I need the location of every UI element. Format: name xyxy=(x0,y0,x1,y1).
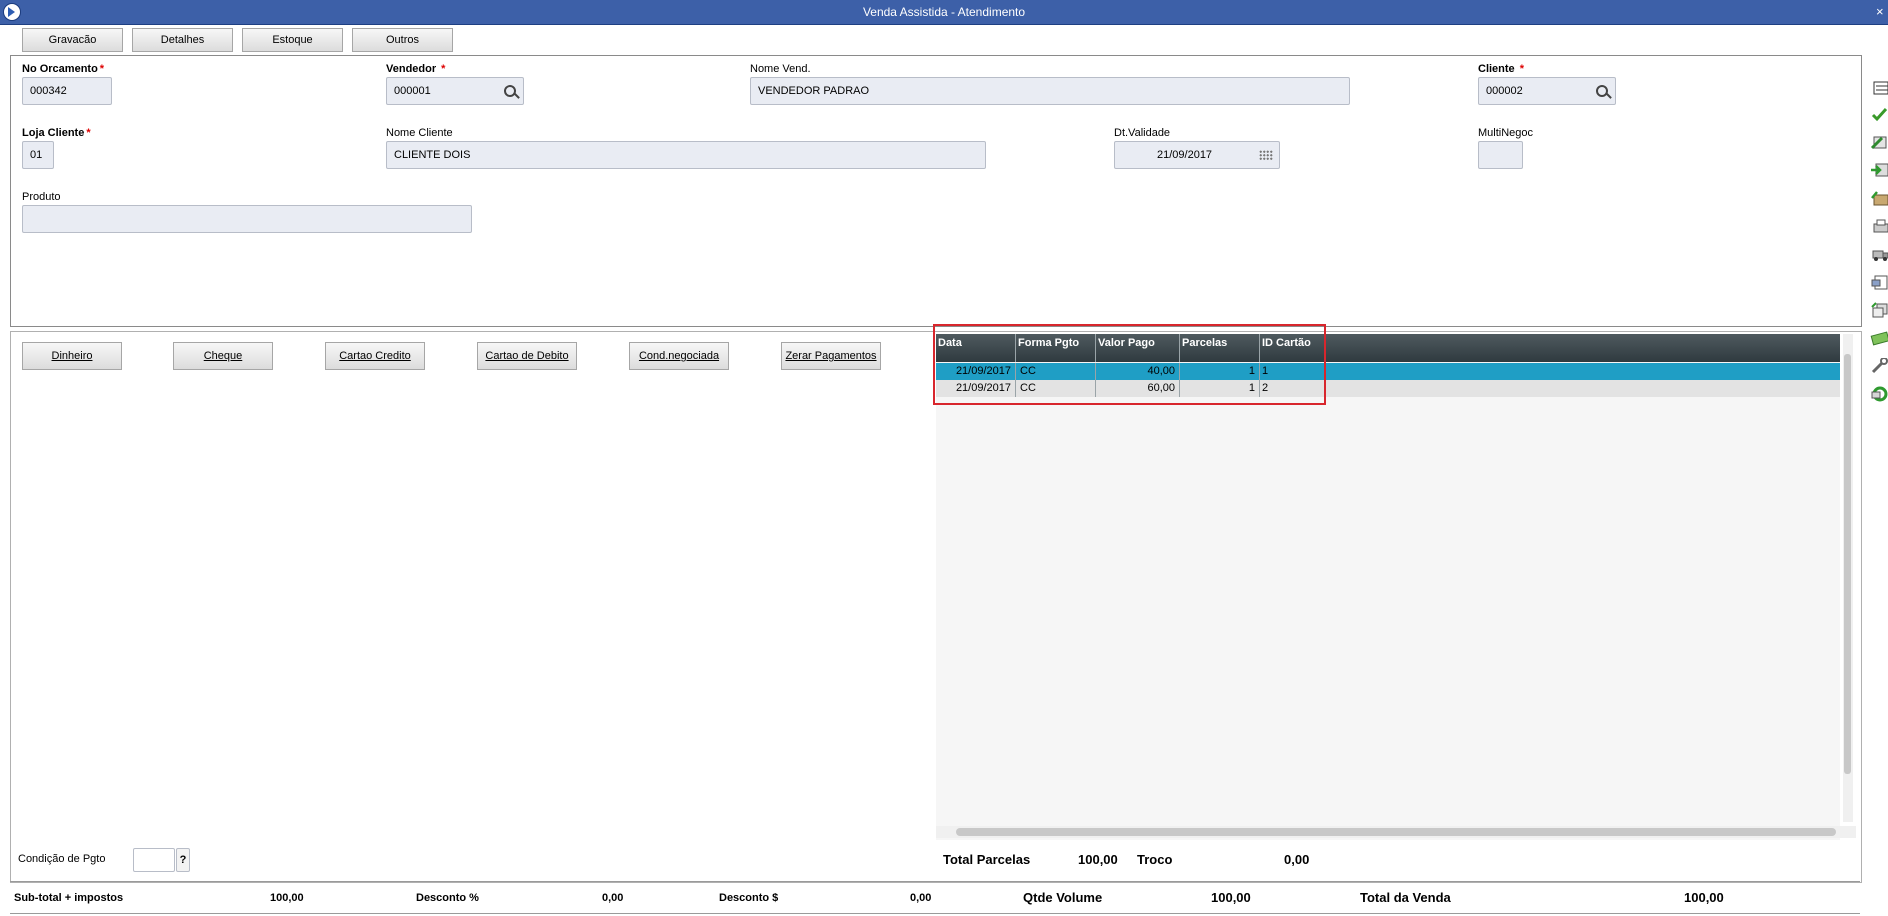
copy-icon[interactable] xyxy=(1870,302,1888,318)
vendedor-label: Vendedor * xyxy=(386,63,446,75)
cond-negociada-button[interactable]: Cond.negociada xyxy=(629,342,729,370)
package-icon[interactable] xyxy=(1870,190,1888,206)
desconto-pct-value: 0,00 xyxy=(602,892,624,904)
search-icon[interactable] xyxy=(1596,85,1608,97)
cartao-credito-button[interactable]: Cartao Credito xyxy=(325,342,425,370)
qtde-volume-label: Qtde Volume xyxy=(1023,890,1103,905)
nome-vend-field[interactable]: VENDEDOR PADRAO xyxy=(750,77,1350,105)
validade-field[interactable]: 21/09/2017 xyxy=(1114,141,1280,169)
qtde-volume-value: 100,00 xyxy=(1211,890,1251,905)
scroll-thumb[interactable] xyxy=(1844,354,1851,774)
gravacao-button[interactable]: Gravacão xyxy=(22,28,123,52)
dinheiro-button[interactable]: Dinheiro xyxy=(22,342,122,370)
calendar-icon[interactable] xyxy=(1259,150,1273,160)
payment-grid[interactable]: Data Forma Pgto Valor Pago Parcelas ID C… xyxy=(936,334,1840,840)
total-venda-value: 100,00 xyxy=(1684,890,1724,905)
highlight-box xyxy=(933,324,1326,405)
zerar-pagamentos-button[interactable]: Zerar Pagamentos xyxy=(781,342,881,370)
refresh-icon[interactable] xyxy=(1870,386,1888,402)
troco-value: 0,00 xyxy=(1284,852,1310,867)
validade-label: Dt.Validade xyxy=(1114,127,1171,139)
troco-label: Troco xyxy=(1137,852,1173,867)
cliente-field[interactable]: 000002 xyxy=(1478,77,1616,105)
subtotal-label: Sub-total + impostos xyxy=(14,892,124,904)
cheque-button[interactable]: Cheque xyxy=(173,342,273,370)
multinegoc-field[interactable] xyxy=(1478,141,1523,169)
nome-cliente-field[interactable]: CLIENTE DOIS xyxy=(386,141,986,169)
total-parcelas-value: 100,00 xyxy=(1078,852,1118,867)
document-icon[interactable] xyxy=(1870,274,1888,290)
vertical-scrollbar[interactable] xyxy=(1843,334,1853,822)
produto-label: Produto xyxy=(22,191,61,203)
cliente-label: Cliente * xyxy=(1478,63,1524,75)
loja-field[interactable]: 01 xyxy=(22,141,54,169)
menu-icon[interactable] xyxy=(1870,80,1888,96)
green-arrow-icon[interactable] xyxy=(1870,162,1888,178)
vendedor-field[interactable]: 000001 xyxy=(386,77,524,105)
detalhes-button[interactable]: Detalhes xyxy=(132,28,233,52)
loja-label: Loja Cliente * xyxy=(22,127,91,139)
total-venda-label: Total da Venda xyxy=(1360,890,1451,905)
edit-icon[interactable] xyxy=(1870,134,1888,150)
desconto-val-value: 0,00 xyxy=(910,892,932,904)
search-icon[interactable] xyxy=(504,85,516,97)
orcamento-label: No Orcamento * xyxy=(22,63,105,75)
orcamento-field[interactable]: 000342 xyxy=(22,77,112,105)
printer-icon[interactable] xyxy=(1870,218,1888,234)
condicao-help-button[interactable]: ? xyxy=(176,848,190,872)
multinegoc-label: MultiNegoc xyxy=(1478,127,1534,139)
subtotal-value: 100,00 xyxy=(270,892,304,904)
scroll-thumb[interactable] xyxy=(956,828,1836,836)
produto-field[interactable] xyxy=(22,205,472,233)
money-icon[interactable] xyxy=(1870,330,1888,346)
total-parcelas-label: Total Parcelas xyxy=(943,852,1031,867)
desconto-val-label: Desconto $ xyxy=(719,892,779,904)
outros-button[interactable]: Outros xyxy=(352,28,453,52)
nome-vend-label: Nome Vend. xyxy=(750,63,811,75)
close-icon[interactable]: × xyxy=(1876,4,1888,19)
tools-icon[interactable] xyxy=(1870,357,1888,374)
cartao-debito-button[interactable]: Cartao de Debito xyxy=(477,342,577,370)
condicao-field[interactable] xyxy=(133,848,175,872)
title-bar: Venda Assistida - Atendimento × xyxy=(0,0,1888,25)
truck-icon[interactable] xyxy=(1870,246,1888,262)
condicao-label: Condição de Pgto xyxy=(18,853,106,865)
check-icon[interactable] xyxy=(1870,106,1888,122)
nome-cliente-label: Nome Cliente xyxy=(386,127,453,139)
estoque-button[interactable]: Estoque xyxy=(242,28,343,52)
desconto-pct-label: Desconto % xyxy=(416,892,479,904)
horizontal-scrollbar[interactable] xyxy=(936,826,1856,838)
window-title: Venda Assistida - Atendimento xyxy=(862,5,1026,19)
footer-bottom-line xyxy=(10,913,1860,914)
footer-divider xyxy=(10,881,1860,882)
